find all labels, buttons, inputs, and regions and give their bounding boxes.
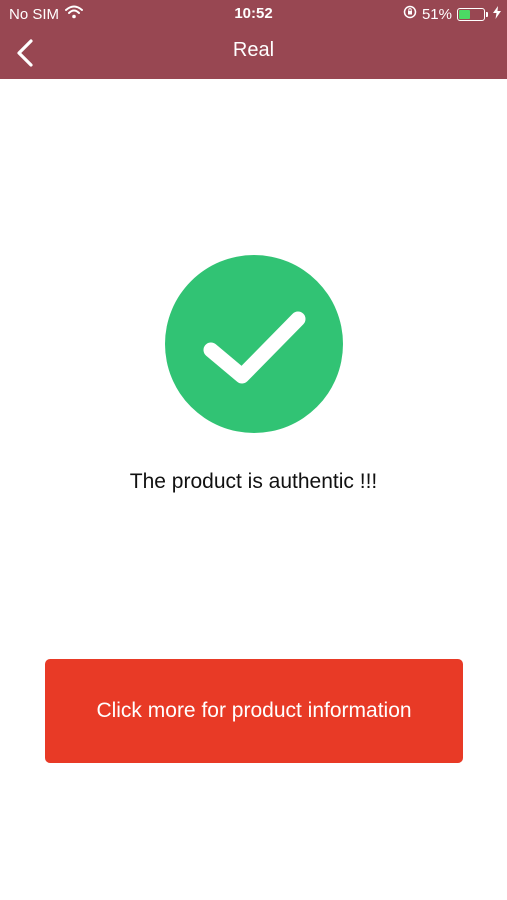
status-right: 51% xyxy=(403,5,501,23)
page-title: Real xyxy=(232,39,275,61)
charging-bolt-icon xyxy=(493,5,501,23)
battery-icon xyxy=(457,7,488,21)
header-bar: No SIM 10:52 51% Real xyxy=(0,0,507,79)
battery-percent: 51% xyxy=(421,5,452,23)
status-bar: No SIM 10:52 51% xyxy=(0,0,507,28)
orientation-lock-icon xyxy=(403,5,417,23)
check-circle-icon xyxy=(165,255,343,433)
product-info-button[interactable]: Click more for product information xyxy=(45,659,463,763)
product-info-button-label: Click more for product information xyxy=(96,699,412,722)
battery-fill xyxy=(459,9,470,19)
result-message: The product is authentic !!! xyxy=(129,470,378,493)
